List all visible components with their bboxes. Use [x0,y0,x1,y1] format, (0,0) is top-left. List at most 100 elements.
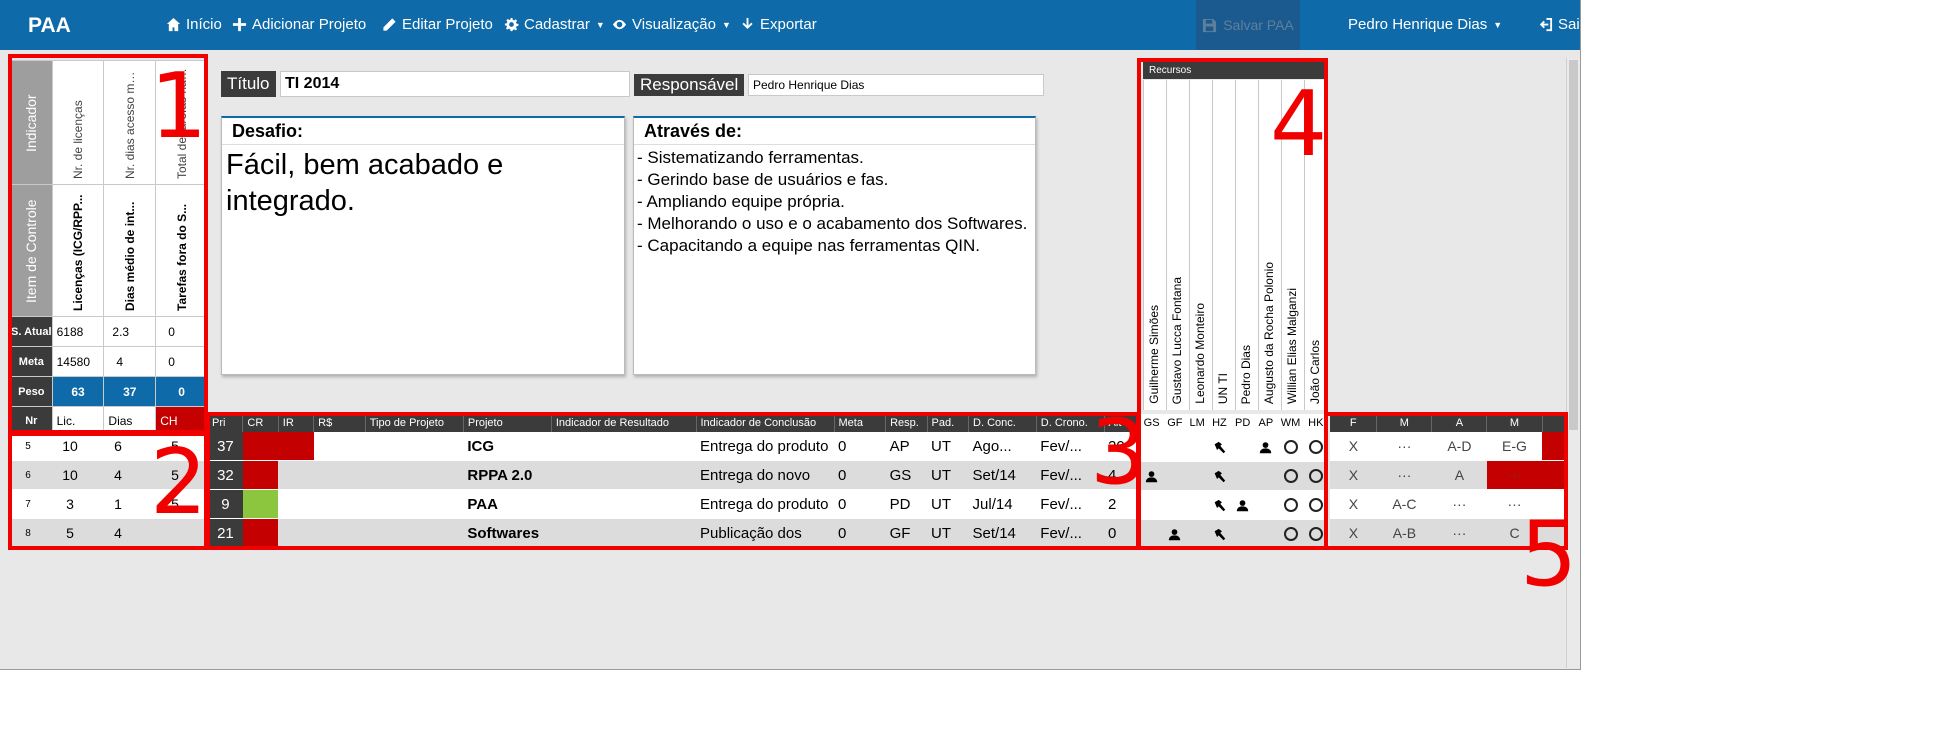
chevron-down-icon: ▼ [1493,19,1503,30]
resource-column[interactable]: Gustavo Lucca Fontana [1166,80,1189,410]
challenge-card: Desafio: Fácil, bem acabado e integrado. [221,116,625,375]
resource-column[interactable]: Pedro Dias [1235,80,1258,410]
indicator-name-cell: Nr. de licenças [51,60,105,185]
month-header[interactable]: A [1431,414,1488,432]
scrollbar-thumb[interactable] [1569,60,1578,430]
resources-header: Recursos [1143,62,1324,79]
through-text[interactable]: - Sistematizando ferramentas. - Gerindo … [634,145,1035,259]
resource-column[interactable]: UN TI [1212,80,1235,410]
responsible-input[interactable]: Pedro Henrique Dias [748,74,1044,96]
brand-logo[interactable]: PAA [28,14,71,38]
responsible-label: Responsável [634,74,745,96]
title-input[interactable]: TI 2014 [280,71,630,97]
hammer-icon[interactable] [1213,470,1226,483]
save-label: Salvar PAA [1223,17,1294,33]
resource-column[interactable]: João Carlos [1304,80,1327,410]
circle-icon[interactable] [1283,440,1298,455]
circle-icon[interactable] [1308,469,1323,484]
nav-register[interactable]: Cadastrar ▼ [504,16,605,33]
circle-icon[interactable] [1283,469,1298,484]
col-header[interactable]: IR [278,414,315,432]
col-header[interactable]: Indicador de Resultado [551,414,697,432]
table-row[interactable]: 21 Softwares Publicação dos 0 GF UT Set/… [208,518,1138,548]
user-icon[interactable] [1236,499,1249,512]
hammer-icon[interactable] [1213,499,1226,512]
project-name[interactable]: ICG [463,432,552,461]
circle-icon[interactable] [1308,527,1323,542]
vertical-scrollbar[interactable] [1566,58,1580,668]
nav-edit-label: Editar Projeto [402,16,493,33]
circle-icon[interactable] [1283,527,1298,542]
nav-add-label: Adicionar Projeto [252,16,367,33]
control-name-cell: Licenças (ICG/RPP... [51,184,105,317]
col-header[interactable]: Pad. [927,414,970,432]
project-name[interactable]: RPPA 2.0 [463,460,552,490]
resources-names: Guilherme Simões Gustavo Lucca Fontana L… [1143,80,1327,410]
hammer-icon[interactable] [1213,441,1226,454]
user-icon[interactable] [1259,441,1272,454]
project-name[interactable]: PAA [463,489,552,519]
circle-icon[interactable] [1308,498,1323,513]
month-header[interactable]: F [1330,414,1378,432]
col-header[interactable]: CR [242,414,279,432]
atual-value: 2.3 [103,316,157,347]
nav-home[interactable]: Início [166,16,222,33]
ir-status [278,432,314,461]
resource-column[interactable]: Leonardo Monteiro [1189,80,1212,410]
col-header[interactable]: D. Conc. [968,414,1037,432]
col-header[interactable]: Pri [208,414,244,432]
logout-icon [1539,17,1553,32]
col-header[interactable]: Tipo de Projeto [365,414,464,432]
chevron-down-icon: ▼ [721,19,731,30]
table-row[interactable]: 9 PAA Entrega do produto 0 PD UT Jul/14 … [208,489,1138,519]
user-icon[interactable] [1168,528,1181,541]
month-header[interactable]: M [1486,414,1543,432]
plus-icon [232,17,247,32]
peso-value[interactable]: 63 [51,376,105,407]
hammer-icon[interactable] [1213,528,1226,541]
through-line: - Gerindo base de usuários e fas. [637,170,889,189]
control-name-cell: Dias médio de int... [103,184,157,317]
circle-icon[interactable] [1308,440,1323,455]
col-header[interactable]: Projeto [463,414,552,432]
nav-add-project[interactable]: Adicionar Projeto [232,16,366,33]
resource-column[interactable]: Guilherme Simões [1143,80,1166,410]
meta-value: 0 [155,346,208,377]
title-label: Título [221,71,276,97]
logout-label: Sair [1558,16,1580,33]
download-icon [742,17,753,29]
nav-export[interactable]: Exportar [740,16,817,33]
user-menu[interactable]: Pedro Henrique Dias ▼ [1348,16,1502,33]
col-header[interactable]: Indicador de Conclusão [696,414,835,432]
col-header[interactable]: Meta [834,414,887,432]
through-card: Através de: - Sistematizando ferramentas… [633,116,1036,375]
circle-icon[interactable] [1283,498,1298,513]
resource-column[interactable]: Augusto da Rocha Polonio [1258,80,1281,410]
row-label-nr: Nr [10,406,53,435]
chevron-down-icon: ▼ [595,19,605,30]
challenge-text[interactable]: Fácil, bem acabado e integrado. [222,145,624,221]
col-header[interactable]: R$ [313,414,366,432]
nav-edit-project[interactable]: Editar Projeto [382,16,493,33]
indicator-name-cell: Total de tarefas não ... [155,60,208,185]
cr-status [242,489,279,519]
peso-value[interactable]: 0 [155,376,208,407]
resource-column[interactable]: Willian Elias Malganzi [1281,80,1304,410]
table-row[interactable]: 37 ICG Entrega do produto 0 AP UT Ago...… [208,432,1138,461]
project-name[interactable]: Softwares [463,518,552,548]
table-row[interactable]: 32 RPPA 2.0 Entrega do novo 0 GS UT Set/… [208,460,1138,490]
row-label-peso: Peso [10,376,53,407]
month-header[interactable]: M [1376,414,1433,432]
col-header[interactable]: D. Crono. [1036,414,1105,432]
user-name: Pedro Henrique Dias [1348,16,1488,33]
user-icon[interactable] [1145,470,1158,483]
row-label-meta: Meta [10,346,53,377]
save-button[interactable]: Salvar PAA [1196,0,1300,50]
peso-value[interactable]: 37 [103,376,157,407]
nav-view[interactable]: Visualização ▼ [612,16,731,33]
control-label-cell: Item de Controle [10,184,53,317]
timeline-table: F M A M X ··· A-D E-G X ··· A ··· X A-C … [1330,414,1567,548]
col-header[interactable]: Resp. [885,414,928,432]
logout-link[interactable]: Sair [1538,16,1580,33]
col-header[interactable]: Alt [1104,414,1139,432]
